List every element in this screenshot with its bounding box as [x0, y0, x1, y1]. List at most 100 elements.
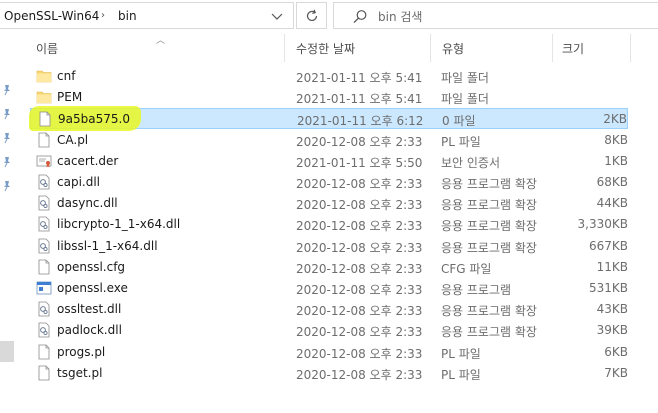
breadcrumb-openssl-win64[interactable]: OpenSSL-Win64	[4, 9, 99, 23]
file-size: 3,330KB	[577, 217, 628, 232]
file-type: 0 파일	[442, 114, 476, 129]
file-size: 667KB	[588, 238, 628, 253]
file-row[interactable]: progs.pl 2020-12-08 오후 2:33 PL 파일 6KB	[30, 342, 628, 363]
file-row[interactable]: CA.pl 2020-12-08 오후 2:33 PL 파일 8KB	[30, 130, 628, 151]
file-date: 2021-01-11 오후 5:41	[296, 92, 423, 107]
file-type: 응용 프로그램 확장	[441, 240, 537, 255]
file-size: 39KB	[596, 323, 628, 338]
column-name[interactable]: 이름	[36, 40, 58, 57]
refresh-icon	[306, 9, 318, 22]
file-type: PL 파일	[441, 346, 481, 361]
file-row[interactable]: PEM 2021-01-11 오후 5:41 파일 폴더	[30, 87, 628, 108]
chevron-down-icon[interactable]	[270, 12, 284, 22]
pin-icon[interactable]	[2, 156, 12, 168]
file-row[interactable]: dasync.dll 2020-12-08 오후 2:33 응용 프로그램 확장 44…	[30, 193, 628, 214]
file-name: cnf	[57, 69, 76, 83]
file-row[interactable]: cacert.der 2021-01-11 오후 5:50 보안 인증서 1KB	[30, 151, 628, 172]
sort-up-icon: ︿	[156, 36, 166, 46]
file-type: PL 파일	[441, 134, 481, 149]
file-date: 2021-01-11 오후 6:12	[297, 114, 424, 129]
file-date: 2020-12-08 오후 2:33	[296, 219, 423, 234]
refresh-button[interactable]	[296, 2, 327, 29]
file-name: tsget.pl	[57, 365, 103, 380]
pin-icon[interactable]	[2, 108, 12, 120]
search-icon	[353, 10, 367, 24]
column-divider[interactable]	[630, 34, 631, 62]
file-size: 7KB	[604, 365, 628, 380]
file-date: 2021-01-11 오후 5:41	[296, 71, 423, 85]
exe-icon	[36, 280, 52, 296]
file-size: 43KB	[596, 302, 628, 317]
file-name: ossltest.dll	[57, 302, 122, 317]
file-name: PEM	[57, 90, 83, 105]
file-row[interactable]: tsget.pl 2020-12-08 오후 2:33 PL 파일 7KB	[30, 363, 628, 384]
file-name: progs.pl	[57, 344, 106, 359]
pin-icon[interactable]	[2, 132, 12, 144]
file-name: openssl.cfg	[57, 259, 126, 274]
dll-icon	[36, 301, 52, 317]
column-divider[interactable]	[552, 34, 553, 62]
file-size: 8KB	[604, 132, 628, 147]
file-size: 531KB	[588, 281, 628, 295]
file-row[interactable]: openssl.cfg 2020-12-08 오후 2:33 CFG 파일 11KB	[30, 257, 628, 278]
dll-icon	[36, 216, 52, 232]
address-bar[interactable]: OpenSSL-Win64 › bin	[0, 2, 294, 29]
file-date: 2020-12-08 오후 2:33	[296, 198, 423, 213]
file-row[interactable]: padlock.dll 2020-12-08 오후 2:33 응용 프로그램 확장 3…	[30, 320, 628, 341]
file-name: libcrypto-1_1-x64.dll	[57, 217, 181, 232]
file-type: PL 파일	[441, 367, 481, 382]
navigation-pane[interactable]	[0, 32, 14, 413]
column-size[interactable]: 크기	[562, 40, 584, 57]
file-type: 파일 폴더	[441, 92, 489, 107]
search-input[interactable]: bin 검색	[333, 2, 658, 29]
certificate-icon	[36, 153, 52, 169]
folder-icon	[36, 89, 52, 105]
file-date: 2020-12-08 오후 2:33	[296, 177, 423, 191]
file-type: 응용 프로그램 확장	[441, 198, 537, 213]
folder-icon	[36, 68, 52, 84]
file-date: 2020-12-08 오후 2:33	[296, 304, 423, 319]
file-date: 2020-12-08 오후 2:33	[296, 134, 423, 149]
file-type: 응용 프로그램 확장	[441, 304, 537, 319]
file-type: 응용 프로그램 확장	[441, 219, 537, 234]
address-row: OpenSSL-Win64 › bin bin 검색	[0, 0, 658, 32]
column-type[interactable]: 유형	[442, 40, 464, 57]
file-type: 응용 프로그램 확장	[441, 325, 537, 340]
pin-icon[interactable]	[2, 180, 12, 192]
nav-selected-item[interactable]	[0, 341, 14, 362]
file-row[interactable]: 9a5ba575.0 2021-01-11 오후 6:12 0 파일 2KB	[29, 106, 628, 132]
file-type: 보안 인증서	[441, 155, 501, 170]
dll-icon	[36, 322, 52, 338]
file-row[interactable]: capi.dll 2020-12-08 오후 2:33 응용 프로그램 확장 68KB	[30, 172, 628, 193]
file-row[interactable]: cnf 2021-01-11 오후 5:41 파일 폴더	[30, 66, 628, 87]
file-row[interactable]: ossltest.dll 2020-12-08 오후 2:33 응용 프로그램 확장…	[30, 299, 628, 320]
file-size: 2KB	[603, 112, 627, 127]
breadcrumb-bin[interactable]: bin	[118, 9, 137, 23]
file-date: 2020-12-08 오후 2:33	[296, 367, 423, 382]
column-divider[interactable]	[430, 34, 431, 62]
file-date: 2020-12-08 오후 2:33	[296, 346, 423, 361]
file-row[interactable]: libssl-1_1-x64.dll 2020-12-08 오후 2:33 응용 프…	[30, 236, 628, 257]
file-size: 1KB	[604, 153, 628, 168]
file-name: CA.pl	[57, 132, 89, 147]
file-date: 2021-01-11 오후 5:50	[296, 155, 423, 170]
search-placeholder: bin 검색	[378, 10, 423, 24]
file-row[interactable]: libcrypto-1_1-x64.dll 2020-12-08 오후 2:33 응…	[30, 214, 628, 235]
file-size: 44KB	[596, 196, 628, 211]
file-type: 파일 폴더	[441, 71, 489, 85]
dll-icon	[36, 174, 52, 190]
column-divider[interactable]	[284, 34, 285, 62]
file-icon	[36, 132, 52, 148]
file-type: 응용 프로그램 확장	[441, 177, 537, 191]
file-size: 6KB	[604, 344, 628, 359]
dll-icon	[36, 195, 52, 211]
column-date[interactable]: 수정한 날짜	[296, 40, 355, 57]
pin-icon[interactable]	[2, 84, 12, 96]
column-header: ︿ 이름 수정한 날짜 유형 크기	[28, 34, 658, 62]
file-row[interactable]: openssl.exe 2020-12-08 오후 2:33 응용 프로그램 531K…	[30, 278, 628, 299]
file-date: 2020-12-08 오후 2:33	[296, 240, 423, 255]
file-name: 9a5ba575.0	[58, 112, 130, 127]
breadcrumb-separator-icon[interactable]: ›	[101, 10, 113, 22]
file-name: capi.dll	[57, 175, 101, 189]
file-date: 2020-12-08 오후 2:33	[296, 325, 423, 340]
